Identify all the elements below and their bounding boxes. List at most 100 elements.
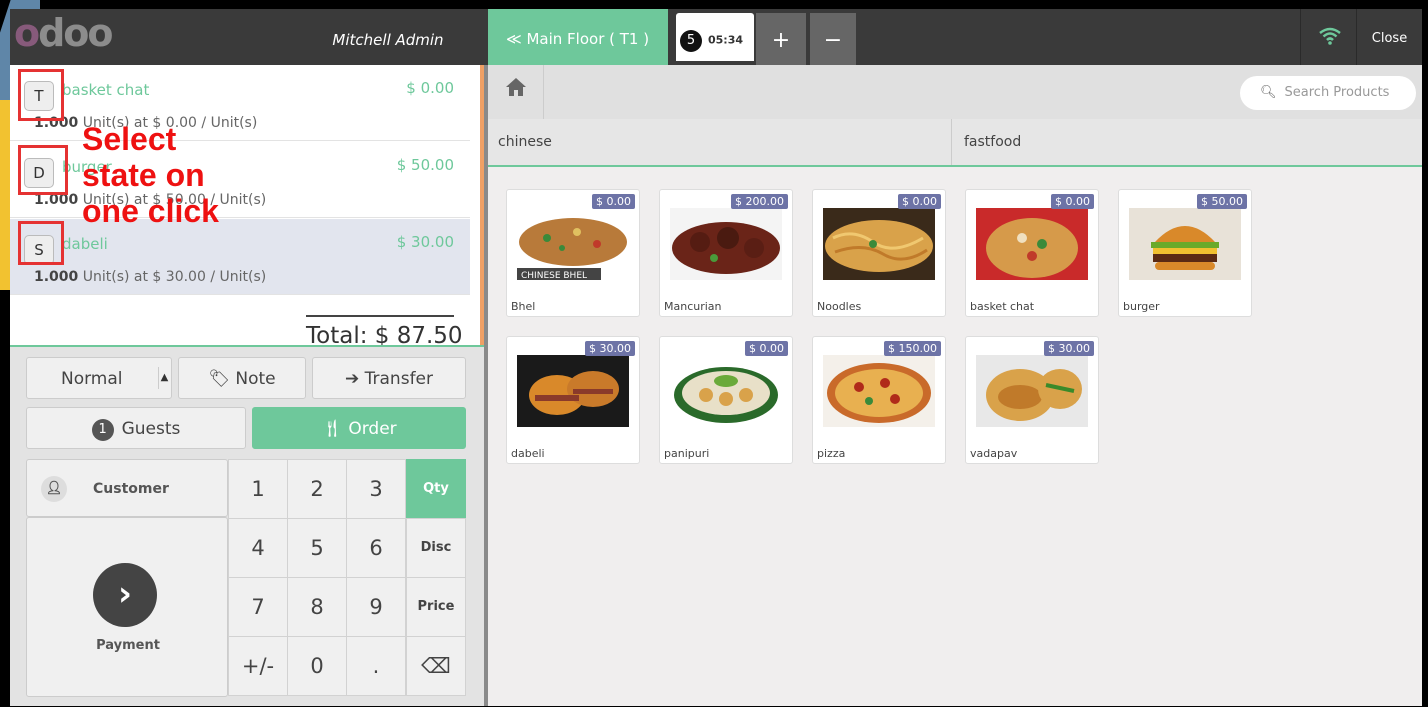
delete-order-button[interactable]: − <box>810 13 856 65</box>
close-button[interactable]: Close <box>1356 9 1422 65</box>
note-button[interactable]: 🏷︎ Note <box>178 357 306 399</box>
mode-disc-button[interactable]: Disc <box>406 518 466 578</box>
product-card-vadapav[interactable]: $ 30.00 vadapav <box>965 336 1099 464</box>
home-icon[interactable] <box>488 65 544 119</box>
category-chinese[interactable]: chinese <box>488 119 952 165</box>
product-image <box>823 355 935 427</box>
order-tab[interactable]: 5 05:34 <box>676 13 754 61</box>
orderline-name: basket chat <box>62 81 150 99</box>
product-name: Bhel <box>511 300 536 313</box>
mode-qty-button[interactable]: Qty <box>406 459 466 519</box>
user-icon: 👤︎ <box>41 476 67 502</box>
product-image <box>976 355 1088 427</box>
control-pad: Normal ▲ 🏷︎ Note ➔ Transfer 1 Guests 🍴︎ Or… <box>10 345 484 706</box>
search-icon: 🔍︎ <box>1260 85 1277 100</box>
orderline-name: dabeli <box>62 235 108 253</box>
product-screen: 🔍︎ Search Products chinese fastfood CHINE… <box>488 65 1422 706</box>
product-image <box>670 355 782 427</box>
product-card-dabeli[interactable]: $ 30.00 dabeli <box>506 336 640 464</box>
connection-status <box>1300 9 1356 65</box>
numpad-key-9[interactable]: 9 <box>346 577 406 637</box>
numpad-key-4[interactable]: 4 <box>228 518 288 578</box>
annotation-highlight <box>18 145 68 195</box>
transfer-button[interactable]: ➔ Transfer <box>312 357 466 399</box>
product-name: burger <box>1123 300 1160 313</box>
annotation-text: Select state on one click <box>82 121 219 229</box>
product-card-burger[interactable]: $ 50.00 burger <box>1118 189 1252 317</box>
arrow-right-icon: ➔ <box>344 369 360 389</box>
product-card-bhel[interactable]: CHINESE BHEL $ 0.00 Bhel <box>506 189 640 317</box>
category-fastfood[interactable]: fastfood <box>954 119 1422 165</box>
total-divider <box>306 315 454 317</box>
numpad-key-plusminus[interactable]: +/- <box>228 636 288 696</box>
payment-button[interactable]: › Payment <box>26 517 228 697</box>
product-card-mancurian[interactable]: $ 200.00 Mancurian <box>659 189 793 317</box>
pricelist-select[interactable]: Normal ▲ <box>26 357 172 399</box>
product-price: $ 30.00 <box>1044 341 1094 356</box>
backspace-icon[interactable]: ⌫ <box>406 636 466 696</box>
product-card-noodles[interactable]: $ 0.00 Noodles <box>812 189 946 317</box>
odoo-logo: odoo <box>14 11 114 55</box>
orderline-info: 1.000 Unit(s) at $ 30.00 / Unit(s) <box>34 269 267 285</box>
product-price: $ 0.00 <box>592 194 635 209</box>
guests-button[interactable]: 1 Guests <box>26 407 246 449</box>
product-name: Noodles <box>817 300 862 313</box>
numpad-key-3[interactable]: 3 <box>346 459 406 519</box>
product-name: dabeli <box>511 447 545 460</box>
mode-price-button[interactable]: Price <box>406 577 466 637</box>
numpad-key-8[interactable]: 8 <box>287 577 347 637</box>
product-price: $ 30.00 <box>585 341 635 356</box>
product-name: basket chat <box>970 300 1035 313</box>
product-image: CHINESE BHEL <box>517 208 629 280</box>
tag-icon: 🏷︎ <box>208 369 230 389</box>
product-price: $ 200.00 <box>731 194 788 209</box>
orderline-selected[interactable]: dabeli $ 30.00 1.000 Unit(s) at $ 30.00 … <box>10 219 470 295</box>
orderline-price: $ 30.00 <box>396 233 454 251</box>
product-name: vadapav <box>970 447 1018 460</box>
chevron-right-icon: › <box>93 563 157 627</box>
category-bar: chinese fastfood <box>488 119 1422 167</box>
product-image <box>517 355 629 427</box>
product-price: $ 0.00 <box>745 341 788 356</box>
wifi-icon <box>1319 27 1341 45</box>
product-card-basket-chat[interactable]: $ 0.00 basket chat <box>965 189 1099 317</box>
customer-button[interactable]: 👤︎ Customer <box>26 459 228 517</box>
product-price: $ 0.00 <box>1051 194 1094 209</box>
search-input[interactable]: 🔍︎ Search Products <box>1240 76 1416 110</box>
product-card-pizza[interactable]: $ 150.00 pizza <box>812 336 946 464</box>
image-caption: CHINESE BHEL <box>521 271 587 280</box>
product-name: pizza <box>817 447 846 460</box>
top-bar: odoo Mitchell Admin ≪ Main Floor ( T1 ) … <box>10 9 1422 65</box>
product-card-panipuri[interactable]: $ 0.00 panipuri <box>659 336 793 464</box>
product-price: $ 150.00 <box>884 341 941 356</box>
product-name: Mancurian <box>664 300 722 313</box>
product-price: $ 0.00 <box>898 194 941 209</box>
orderline-price: $ 50.00 <box>396 156 454 174</box>
numpad-key-1[interactable]: 1 <box>228 459 288 519</box>
utensils-icon: 🍴︎ <box>321 419 343 439</box>
numpad-key-0[interactable]: 0 <box>287 636 347 696</box>
numpad-key-6[interactable]: 6 <box>346 518 406 578</box>
breadcrumb-bar: 🔍︎ Search Products <box>488 65 1422 119</box>
user-name[interactable]: Mitchell Admin <box>290 9 486 65</box>
product-image <box>976 208 1088 280</box>
numpad-key-dot[interactable]: . <box>346 636 406 696</box>
numpad-key-5[interactable]: 5 <box>287 518 347 578</box>
numpad-key-2[interactable]: 2 <box>287 459 347 519</box>
product-image <box>670 208 782 280</box>
orderline-list: basket chat $ 0.00 1.000 Unit(s) at $ 0.… <box>10 65 480 349</box>
product-image <box>1129 208 1241 280</box>
order-button[interactable]: 🍴︎ Order <box>252 407 466 449</box>
numpad-key-7[interactable]: 7 <box>228 577 288 637</box>
new-order-button[interactable]: + <box>756 13 806 65</box>
product-image <box>823 208 935 280</box>
guests-count: 1 <box>91 419 114 441</box>
annotation-highlight <box>18 69 64 121</box>
chevron-down-icon: ▲ <box>158 367 170 389</box>
annotation-highlight <box>18 221 64 265</box>
orderline-price: $ 0.00 <box>406 79 454 97</box>
order-number-badge: 5 <box>680 29 702 52</box>
pos-window: odoo Mitchell Admin ≪ Main Floor ( T1 ) … <box>10 9 1422 706</box>
order-time: 05:34 <box>708 33 744 47</box>
floor-back-button[interactable]: ≪ Main Floor ( T1 ) <box>488 9 668 65</box>
